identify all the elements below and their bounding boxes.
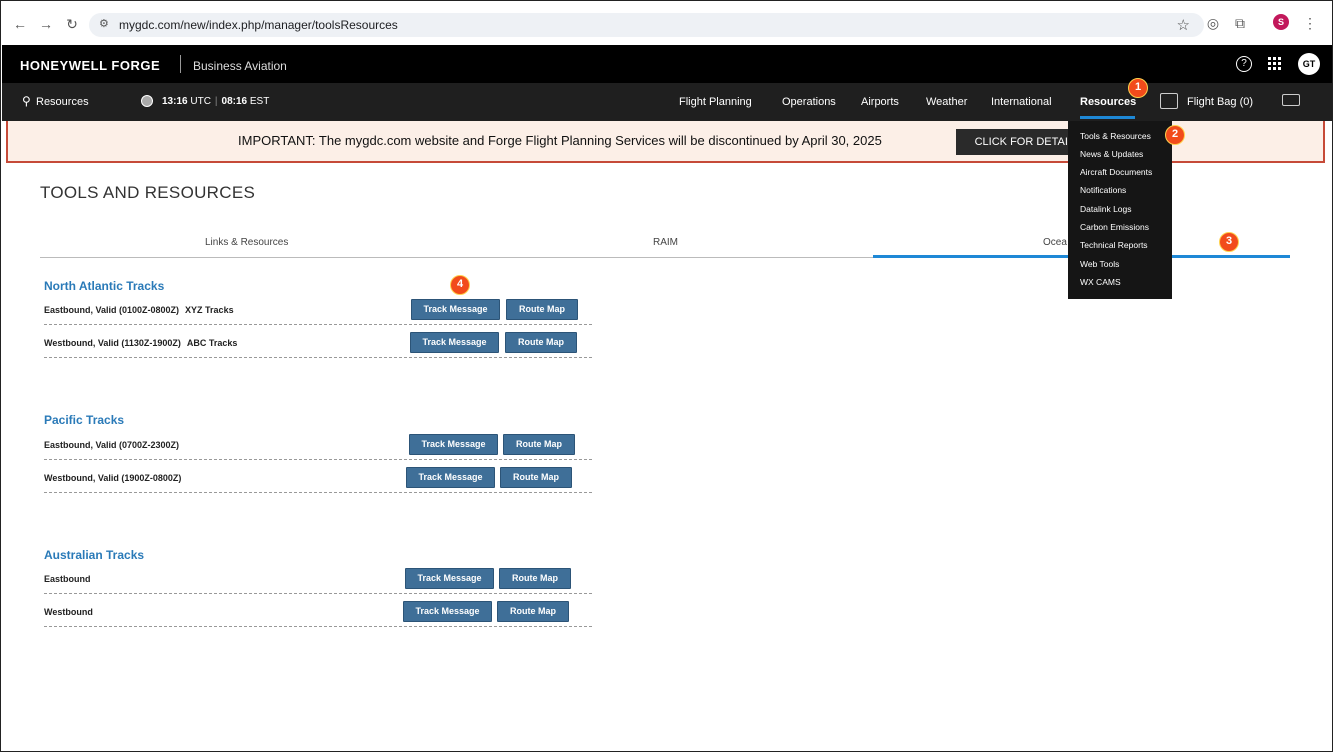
- nav-airports[interactable]: Airports: [861, 96, 899, 108]
- menu-item-notifications[interactable]: Notifications: [1080, 185, 1126, 195]
- row-label-text: Westbound: [44, 607, 93, 617]
- route-map-button[interactable]: Route Map: [497, 601, 569, 622]
- camera-icon[interactable]: ◎: [1204, 14, 1222, 32]
- url-text[interactable]: mygdc.com/new/index.php/manager/toolsRes…: [119, 18, 398, 32]
- route-map-button[interactable]: Route Map: [506, 299, 578, 320]
- nav-flight-bag[interactable]: Flight Bag (0): [1187, 96, 1253, 108]
- time-display: 13:16 UTC | 08:16 EST: [162, 96, 269, 107]
- menu-item-news-updates[interactable]: News & Updates: [1080, 149, 1143, 159]
- time-separator: |: [214, 96, 218, 107]
- track-message-button[interactable]: Track Message: [411, 299, 500, 320]
- menu-item-tools-resources[interactable]: Tools & Resources: [1080, 131, 1151, 141]
- track-message-button[interactable]: Track Message: [410, 332, 499, 353]
- browser-toolbar: ← → ↻ ⚙ mygdc.com/new/index.php/manager/…: [1, 1, 1332, 44]
- row-label-text: Eastbound: [44, 574, 91, 584]
- click-for-details-button[interactable]: CLICK FOR DETAILS: [956, 129, 1086, 155]
- nav-weather[interactable]: Weather: [926, 96, 967, 108]
- row-divider: [44, 626, 592, 627]
- row-divider: [44, 492, 592, 493]
- app-header: HONEYWELL FORGE Business Aviation ? GT: [2, 45, 1332, 83]
- track-message-button[interactable]: Track Message: [406, 467, 495, 488]
- utc-label: UTC: [190, 96, 211, 107]
- row-label: Westbound, Valid (1900Z-0800Z): [44, 473, 181, 483]
- apps-grid-icon[interactable]: [1268, 57, 1282, 71]
- nav-active-indicator: [1080, 116, 1135, 119]
- chat-icon[interactable]: [1282, 94, 1300, 106]
- route-map-button[interactable]: Route Map: [503, 434, 575, 455]
- row-label: Westbound, Valid (1130Z-1900Z) ABC Tracks: [44, 338, 237, 348]
- address-bar[interactable]: ⚙ mygdc.com/new/index.php/manager/toolsR…: [89, 13, 1204, 37]
- row-label-text: Westbound, Valid (1900Z-0800Z): [44, 473, 182, 483]
- track-message-button[interactable]: Track Message: [409, 434, 498, 455]
- brand-logo[interactable]: HONEYWELL FORGE: [20, 58, 160, 73]
- back-arrow-icon[interactable]: ←: [11, 15, 29, 33]
- row-label: Eastbound: [44, 574, 91, 584]
- route-map-button[interactable]: Route Map: [499, 568, 571, 589]
- banner-text: IMPORTANT: The mygdc.com website and For…: [238, 133, 882, 148]
- help-icon[interactable]: ?: [1236, 56, 1252, 72]
- brand-divider: [180, 55, 181, 73]
- tab-raim[interactable]: RAIM: [653, 237, 678, 248]
- menu-item-wx-cams[interactable]: WX CAMS: [1080, 277, 1121, 287]
- nav-resources[interactable]: Resources: [1080, 96, 1136, 108]
- resources-dropdown-menu: Tools & Resources News & Updates Aircraf…: [1068, 121, 1172, 299]
- nav-flight-planning[interactable]: Flight Planning: [679, 96, 752, 108]
- utc-time: 13:16: [162, 96, 188, 107]
- row-divider: [44, 459, 592, 460]
- row-label-text: Westbound, Valid (1130Z-1900Z): [44, 338, 181, 348]
- bookmark-star-icon[interactable]: ☆: [1177, 16, 1190, 34]
- row-divider: [44, 324, 592, 325]
- menu-item-aircraft-documents[interactable]: Aircraft Documents: [1080, 167, 1152, 177]
- page-title: TOOLS AND RESOURCES: [40, 183, 256, 202]
- extensions-icon[interactable]: ⧉: [1231, 14, 1249, 32]
- row-label: Eastbound, Valid (0700Z-2300Z): [44, 440, 179, 450]
- flight-bag-icon[interactable]: [1160, 93, 1178, 109]
- track-message-button[interactable]: Track Message: [403, 601, 492, 622]
- section-pacific-title: Pacific Tracks: [44, 413, 125, 427]
- row-label-text: Eastbound, Valid (0700Z-2300Z): [44, 440, 180, 450]
- clock-icon: [141, 95, 153, 107]
- menu-item-carbon-emissions[interactable]: Carbon Emissions: [1080, 222, 1149, 232]
- tab-links-resources[interactable]: Links & Resources: [205, 237, 288, 248]
- row-label-extra: XYZ Tracks: [185, 305, 234, 315]
- est-time: 08:16: [221, 96, 248, 107]
- reload-icon[interactable]: ↻: [63, 15, 81, 33]
- row-divider: [44, 593, 592, 594]
- est-label: EST: [249, 96, 270, 107]
- track-message-button[interactable]: Track Message: [405, 568, 494, 589]
- resources-network-icon: ⚲: [22, 94, 31, 108]
- section-australian-title: Australian Tracks: [44, 548, 145, 562]
- step-marker-1: 1: [1128, 78, 1148, 98]
- brand-subtitle: Business Aviation: [193, 59, 287, 73]
- row-label: Eastbound, Valid (0100Z-0800Z) XYZ Tracks: [44, 305, 234, 315]
- browser-top-strip: [1, 1, 1332, 9]
- menu-item-web-tools[interactable]: Web Tools: [1080, 259, 1119, 269]
- route-map-button[interactable]: Route Map: [505, 332, 577, 353]
- route-map-button[interactable]: Route Map: [500, 467, 572, 488]
- tab-oceanic[interactable]: Ocea: [1043, 237, 1067, 248]
- forward-arrow-icon[interactable]: →: [37, 15, 55, 33]
- row-label: Westbound: [44, 607, 93, 617]
- row-label-extra: ABC Tracks: [186, 338, 238, 348]
- browser-menu-icon[interactable]: ⋮: [1301, 14, 1319, 32]
- menu-item-datalink-logs[interactable]: Datalink Logs: [1080, 204, 1132, 214]
- nav-international[interactable]: International: [991, 96, 1052, 108]
- user-avatar[interactable]: GT: [1298, 53, 1320, 75]
- row-label-text: Eastbound, Valid (0100Z-0800Z): [44, 305, 180, 315]
- menu-item-technical-reports[interactable]: Technical Reports: [1080, 240, 1148, 250]
- site-settings-icon[interactable]: ⚙: [99, 17, 109, 30]
- step-marker-3: 3: [1219, 232, 1239, 252]
- row-divider: [44, 357, 592, 358]
- step-marker-2: 2: [1165, 125, 1185, 145]
- screenshot-frame: ← → ↻ ⚙ mygdc.com/new/index.php/manager/…: [0, 0, 1333, 752]
- section-label[interactable]: Resources: [36, 96, 89, 108]
- section-north-atlantic-title: North Atlantic Tracks: [44, 279, 165, 293]
- browser-profile-avatar[interactable]: S: [1273, 14, 1289, 30]
- step-marker-4: 4: [450, 275, 470, 295]
- nav-operations[interactable]: Operations: [782, 96, 836, 108]
